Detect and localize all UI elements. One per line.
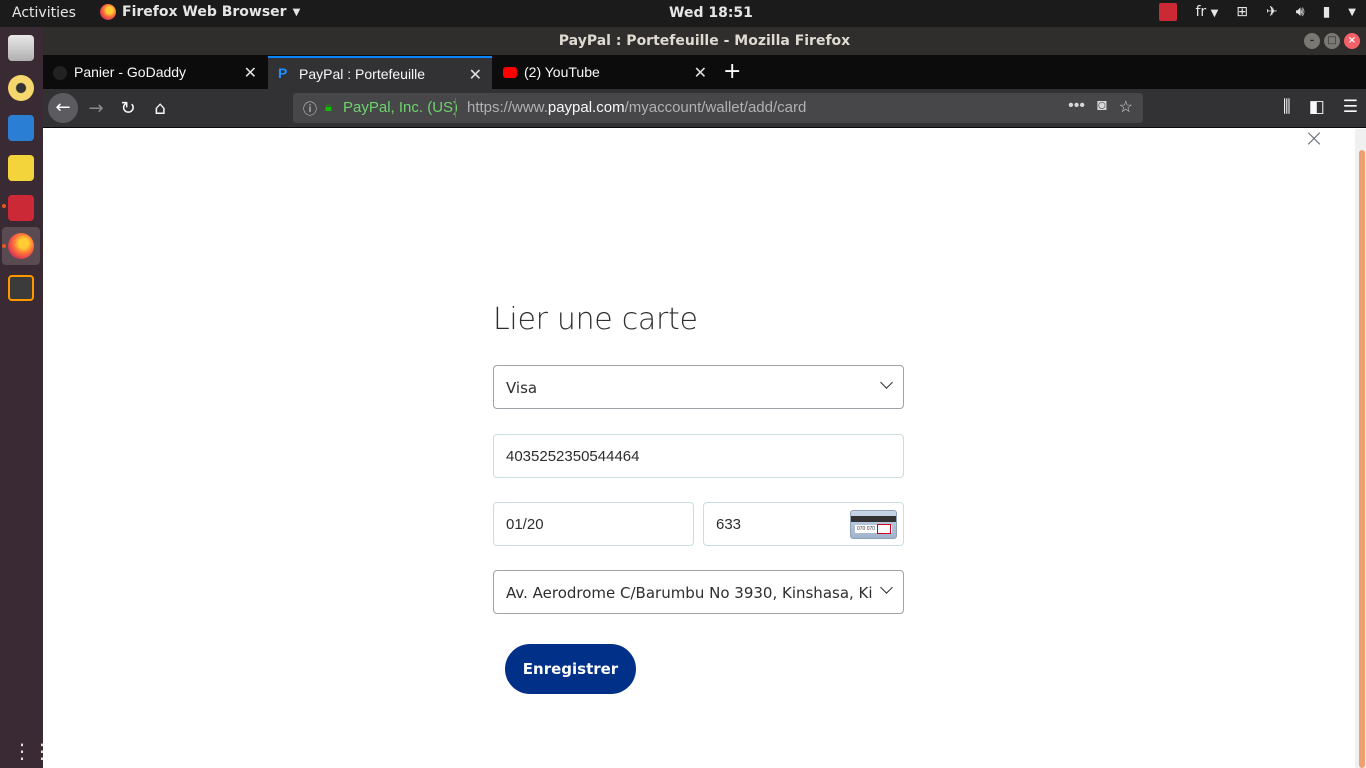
info-icon[interactable]: ⓘ — [303, 99, 317, 119]
url-path: /myaccount/wallet/add/card — [624, 99, 807, 116]
chevron-down-icon: ▼ — [1210, 8, 1219, 19]
system-tray: fr ▼ ⊞ ✈ 🔊︎ ▮ ▼ — [1159, 3, 1356, 21]
chevron-down-icon — [880, 581, 893, 594]
files-app-icon[interactable] — [8, 35, 34, 61]
notes-icon[interactable] — [8, 155, 34, 181]
card-back-cvv-icon: 070 070 — [850, 510, 897, 539]
card-number-input[interactable]: 4035252350544464 — [493, 434, 904, 478]
page-actions: ••• ◙ ☆ — [1068, 97, 1133, 117]
save-button[interactable]: Enregistrer — [505, 644, 636, 694]
close-icon[interactable]: ✕ — [694, 63, 707, 83]
url-bar[interactable]: ⓘ 🔒︎ PayPal, Inc. (US) https://www.paypa… — [293, 93, 1143, 123]
cvv-value: 633 — [716, 516, 742, 533]
tab-label: PayPal : Portefeuille — [299, 66, 426, 82]
clock[interactable]: Wed 18:51 — [669, 5, 753, 21]
input-source-label: fr — [1195, 4, 1207, 20]
tab-label: Panier - GoDaddy — [74, 64, 187, 80]
tab-youtube[interactable]: (2) YouTube ✕ — [493, 56, 717, 89]
home-icon[interactable]: ⌂ — [148, 97, 172, 121]
tab-paypal[interactable]: P PayPal : Portefeuille ✕ — [268, 56, 492, 89]
cvv-highlight-box — [877, 524, 891, 534]
hamburger-menu-icon[interactable]: ☰ — [1343, 97, 1358, 117]
magnetic-stripe — [851, 516, 896, 522]
airplane-icon[interactable]: ✈ — [1266, 4, 1278, 20]
chevron-down-icon — [880, 376, 893, 389]
site-identity[interactable]: PayPal, Inc. (US) — [343, 99, 458, 116]
page-actions-menu-icon[interactable]: ••• — [1068, 97, 1085, 117]
billing-address-select[interactable]: Av. Aerodrome C/Barumbu No 3930, Kinshas… — [493, 570, 904, 614]
url-prefix: https://www. — [467, 99, 548, 116]
zotero-icon[interactable] — [8, 195, 34, 221]
new-tab-plus-icon[interactable]: + — [723, 59, 741, 84]
firefox-dock-icon[interactable] — [8, 233, 34, 259]
bookmark-star-icon[interactable]: ☆ — [1119, 97, 1133, 117]
tab-godaddy[interactable]: Panier - GoDaddy ✕ — [43, 56, 267, 89]
tab-strip: Panier - GoDaddy ✕ P PayPal : Portefeuil… — [43, 55, 1366, 89]
forward-arrow-icon[interactable]: → — [84, 97, 108, 121]
window-title-bar: PayPal : Portefeuille - Mozilla Firefox … — [43, 27, 1366, 55]
sublime-text-icon[interactable] — [8, 275, 34, 301]
godaddy-favicon — [53, 66, 67, 80]
close-icon[interactable]: × — [1304, 124, 1324, 152]
url-separator — [455, 98, 456, 118]
firefox-icon — [100, 4, 116, 20]
toolbar-right: ⫼ ◧ ☰ — [1283, 97, 1358, 117]
scrollbar-thumb[interactable] — [1359, 150, 1365, 768]
page-title: Lier une carte — [493, 302, 698, 337]
dock: ⋮⋮⋮ — [0, 27, 72, 768]
card-type-select[interactable]: Visa — [493, 365, 904, 409]
url-domain: paypal.com — [547, 99, 625, 116]
running-indicator — [2, 204, 6, 208]
network-icon[interactable]: ⊞ — [1236, 4, 1248, 20]
sidebar-icon[interactable]: ◧ — [1309, 97, 1325, 117]
writer-icon[interactable] — [8, 115, 34, 141]
card-type-value: Visa — [506, 379, 538, 397]
pocket-icon[interactable]: ◙ — [1097, 97, 1107, 117]
system-menu-chevron-icon[interactable]: ▼ — [1348, 7, 1356, 18]
running-indicator — [2, 244, 6, 248]
app-menu[interactable]: Firefox Web Browser ▼ — [100, 4, 300, 20]
rhythmbox-icon[interactable] — [8, 75, 34, 101]
expiry-date-input[interactable]: 01/20 — [493, 502, 694, 546]
gnome-top-bar: Activities Firefox Web Browser ▼ Wed 18:… — [0, 0, 1366, 27]
minimize-icon[interactable]: – — [1304, 33, 1320, 49]
billing-address-value: Av. Aerodrome C/Barumbu No 3930, Kinshas… — [506, 584, 873, 602]
expiry-value: 01/20 — [506, 516, 544, 533]
app-menu-label: Firefox Web Browser — [122, 4, 287, 20]
input-source[interactable]: fr ▼ — [1195, 4, 1218, 20]
close-icon[interactable]: ✕ — [244, 63, 257, 83]
maximize-icon[interactable]: □ — [1324, 33, 1340, 49]
battery-icon[interactable]: ▮ — [1323, 4, 1331, 20]
close-window-icon[interactable]: × — [1344, 33, 1360, 49]
lock-icon[interactable]: 🔒︎ — [325, 99, 332, 115]
navigation-toolbar: ← → ↻ ⌂ ⓘ 🔒︎ PayPal, Inc. (US) https://w… — [43, 89, 1366, 128]
back-arrow-icon[interactable]: ← — [48, 93, 78, 123]
card-number-value: 4035252350544464 — [506, 448, 640, 465]
library-icon[interactable]: ⫼ — [1283, 97, 1291, 117]
tab-label: (2) YouTube — [524, 64, 600, 80]
activities-button[interactable]: Activities — [12, 5, 76, 21]
close-icon[interactable]: ✕ — [469, 65, 482, 85]
window-title: PayPal : Portefeuille - Mozilla Firefox — [558, 33, 851, 49]
window-controls: – □ × — [1304, 33, 1360, 49]
url-text[interactable]: https://www.paypal.com/myaccount/wallet/… — [467, 99, 806, 116]
volume-icon[interactable]: 🔊︎ — [1296, 4, 1305, 20]
paypal-favicon: P — [278, 65, 288, 81]
zotero-tray-icon[interactable] — [1159, 3, 1178, 21]
youtube-favicon — [503, 67, 517, 78]
reload-icon[interactable]: ↻ — [116, 97, 140, 121]
chevron-down-icon: ▼ — [292, 6, 301, 18]
cvv-input[interactable]: 633 070 070 — [703, 502, 904, 546]
